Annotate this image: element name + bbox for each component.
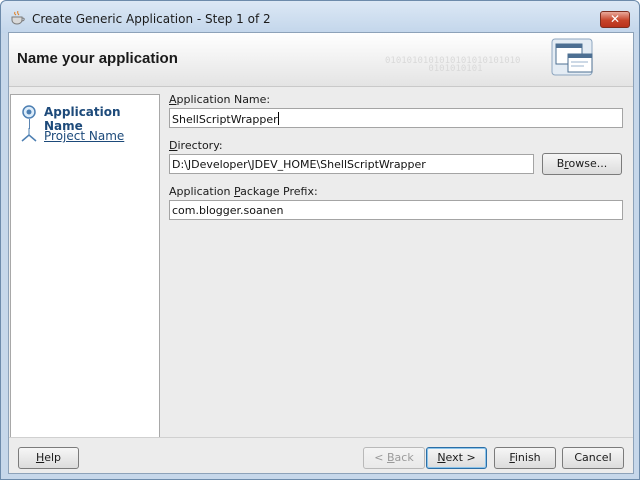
application-name-label: Application Name:	[169, 93, 271, 106]
application-windows-icon	[551, 38, 593, 76]
browse-button[interactable]: Browse...	[542, 153, 622, 175]
directory-label: Directory:	[169, 139, 223, 152]
page-title: Name your application	[17, 50, 178, 67]
package-prefix-label: Application Package Prefix:	[169, 185, 318, 198]
footer-divider	[9, 437, 633, 438]
finish-button[interactable]: Finish	[494, 447, 556, 469]
cancel-button[interactable]: Cancel	[562, 447, 624, 469]
window-title: Create Generic Application - Step 1 of 2	[32, 12, 271, 26]
step-application-name[interactable]: Application Name	[11, 101, 159, 133]
help-button[interactable]: Help	[18, 447, 79, 469]
back-button[interactable]: < Back	[363, 447, 425, 469]
directory-input[interactable]: D:\JDeveloper\JDEV_HOME\ShellScriptWrapp…	[169, 154, 534, 174]
dialog-window: Create Generic Application - Step 1 of 2…	[0, 0, 640, 480]
dialog-client: Name your application 010101010101010101…	[8, 32, 634, 474]
step-label-project-name: Project Name	[44, 129, 125, 143]
title-bar[interactable]: Create Generic Application - Step 1 of 2…	[1, 1, 639, 33]
step-node-icon	[21, 128, 37, 142]
jdeveloper-cup-icon	[11, 11, 25, 25]
close-button[interactable]: ✕	[600, 11, 630, 28]
step-project-name[interactable]: Project Name	[11, 125, 159, 147]
application-name-input[interactable]: ShellScriptWrapper	[169, 108, 623, 128]
package-prefix-input[interactable]: com.blogger.soanen	[169, 200, 623, 220]
wizard-header: Name your application 010101010101010101…	[9, 33, 633, 87]
close-icon: ✕	[609, 12, 621, 26]
binary-watermark: 0101010101010101010101010 0101010101	[385, 56, 521, 74]
next-button[interactable]: Next >	[426, 447, 487, 469]
wizard-steps-panel: Application Name Project Name	[10, 94, 160, 438]
current-step-icon	[22, 105, 36, 119]
